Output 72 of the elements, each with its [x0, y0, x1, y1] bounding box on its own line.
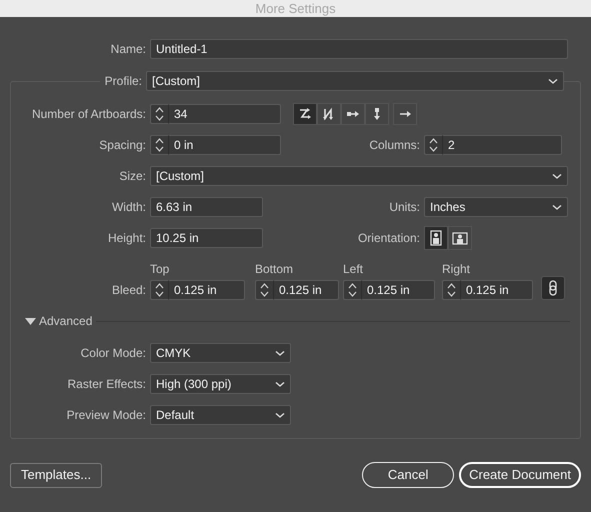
up-down-arrows-icon: [348, 282, 357, 298]
field-label: Number of Artboards:: [30, 106, 147, 123]
layout-toggle[interactable]: [317, 103, 341, 125]
field-label: Width:: [110, 199, 147, 216]
number-field[interactable]: 0.125 in: [362, 280, 435, 300]
advanced-toggle[interactable]: Advanced: [25, 312, 92, 330]
triangle-down-icon: [25, 318, 36, 324]
portrait-icon: [429, 230, 443, 246]
field-label: Color Mode:: [80, 345, 147, 362]
spinner-button[interactable]: [442, 280, 461, 300]
field-label: Size:: [118, 168, 147, 185]
up-down-arrows-icon: [447, 282, 456, 298]
link-button[interactable]: [541, 276, 565, 300]
up-down-arrows-icon: [429, 137, 438, 153]
grid-by-row-icon: [298, 107, 312, 121]
size-dropdown[interactable]: [Custom]: [150, 166, 568, 186]
chevron-down-icon: [548, 78, 558, 84]
layout-toggle[interactable]: [365, 103, 389, 125]
chevron-down-icon: [275, 380, 285, 388]
spinner-button[interactable]: [343, 280, 362, 300]
field-label: Bleed:: [110, 282, 147, 299]
field-label: Preview Mode:: [66, 407, 147, 424]
window-title: More Settings: [0, 0, 591, 17]
number-field[interactable]: 0.125 in: [274, 280, 339, 300]
spinner-button[interactable]: [150, 104, 169, 124]
templates-button[interactable]: Templates...: [10, 462, 102, 488]
spinner-button[interactable]: [424, 135, 443, 155]
spinner-button[interactable]: [150, 135, 169, 155]
spinner-button[interactable]: [255, 280, 274, 300]
up-down-arrows-icon: [155, 137, 164, 153]
up-down-arrows-icon: [155, 282, 164, 298]
height-field[interactable]: 10.25 in: [150, 228, 263, 248]
field-label: Units:: [388, 199, 421, 216]
number-field[interactable]: 0 in: [169, 135, 281, 155]
bleed-heading: Left: [343, 263, 364, 276]
spinner-button[interactable]: [150, 280, 169, 300]
number-field[interactable]: 34: [169, 104, 281, 124]
cancel-button[interactable]: Cancel: [362, 462, 454, 488]
bleed-heading: Right: [442, 263, 472, 276]
chevron-down-icon: [275, 350, 285, 356]
field-label: Height:: [106, 230, 147, 247]
number-field[interactable]: 0.125 in: [461, 280, 533, 300]
setting-dropdown[interactable]: CMYK: [150, 343, 291, 363]
field-label: Orientation:: [356, 230, 421, 247]
setting-dropdown[interactable]: Default: [150, 405, 291, 425]
chain-link-icon: [548, 280, 558, 296]
landscape-icon: [452, 230, 468, 246]
setting-dropdown[interactable]: High (300 ppi): [150, 374, 291, 394]
up-down-arrows-icon: [260, 282, 269, 298]
field-label: Columns:: [368, 137, 421, 154]
create-document-button[interactable]: Create Document: [459, 462, 581, 488]
width-field[interactable]: 6.63 in: [150, 197, 263, 217]
field-label: Raster Effects:: [66, 376, 147, 393]
bleed-heading: Top: [150, 263, 170, 276]
chevron-down-icon: [552, 172, 562, 180]
bleed-heading: Bottom: [255, 263, 294, 276]
orientation-toggle[interactable]: [448, 226, 472, 250]
number-field[interactable]: 2: [443, 135, 562, 155]
up-down-arrows-icon: [155, 106, 164, 122]
layout-toggle[interactable]: [341, 103, 365, 125]
profile-dropdown[interactable]: [Custom]: [146, 71, 564, 91]
units-dropdown[interactable]: Inches: [424, 197, 568, 217]
orientation-toggle[interactable]: [424, 226, 448, 250]
name-field[interactable]: Untitled-1: [150, 39, 568, 59]
chevron-down-icon: [275, 412, 285, 418]
field-label: Spacing:: [98, 137, 147, 154]
field-label: Name:: [110, 41, 147, 58]
number-field[interactable]: 0.125 in: [169, 280, 245, 300]
direction-button[interactable]: [393, 103, 417, 125]
grid-by-column-icon: [322, 107, 336, 121]
chevron-down-icon: [552, 204, 562, 210]
layout-toggle[interactable]: [293, 103, 317, 125]
